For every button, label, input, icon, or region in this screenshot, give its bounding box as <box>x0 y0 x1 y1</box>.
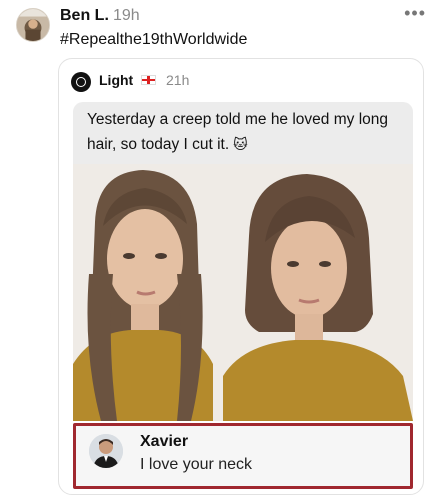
cat-emoji-icon: 🐱 <box>233 136 248 152</box>
quoted-timestamp: 21h <box>166 72 190 88</box>
reply-author-name[interactable]: Xavier <box>140 433 188 451</box>
quoted-author-name[interactable]: Light <box>99 72 133 88</box>
ellipsis-icon[interactable]: ••• <box>404 4 426 22</box>
author-name[interactable]: Ben L. <box>60 7 109 25</box>
post-card[interactable]: Ben L. 19h ••• #Repealthe19thWorldwide L… <box>0 0 440 500</box>
highlighted-reply[interactable]: Xavier I love your neck <box>73 423 413 489</box>
quoted-caption: Yesterday a creep told me he loved my lo… <box>73 102 413 164</box>
author-avatar[interactable] <box>16 8 50 42</box>
quoted-author-avatar[interactable] <box>71 72 91 92</box>
reply-text: I love your neck <box>140 456 253 473</box>
reply-author-avatar[interactable] <box>89 434 123 468</box>
author-avatar-image <box>17 9 49 41</box>
post-text[interactable]: #Repealthe19thWorldwide <box>60 31 247 49</box>
reply-avatar-image <box>89 434 123 468</box>
quoted-post[interactable]: Light 21h Yesterday a creep told me he l… <box>58 58 424 495</box>
photo-illustration <box>73 164 413 421</box>
england-flag-icon <box>141 75 156 85</box>
before-after-haircut-photo[interactable] <box>73 164 413 421</box>
post-timestamp: 19h <box>113 7 140 24</box>
